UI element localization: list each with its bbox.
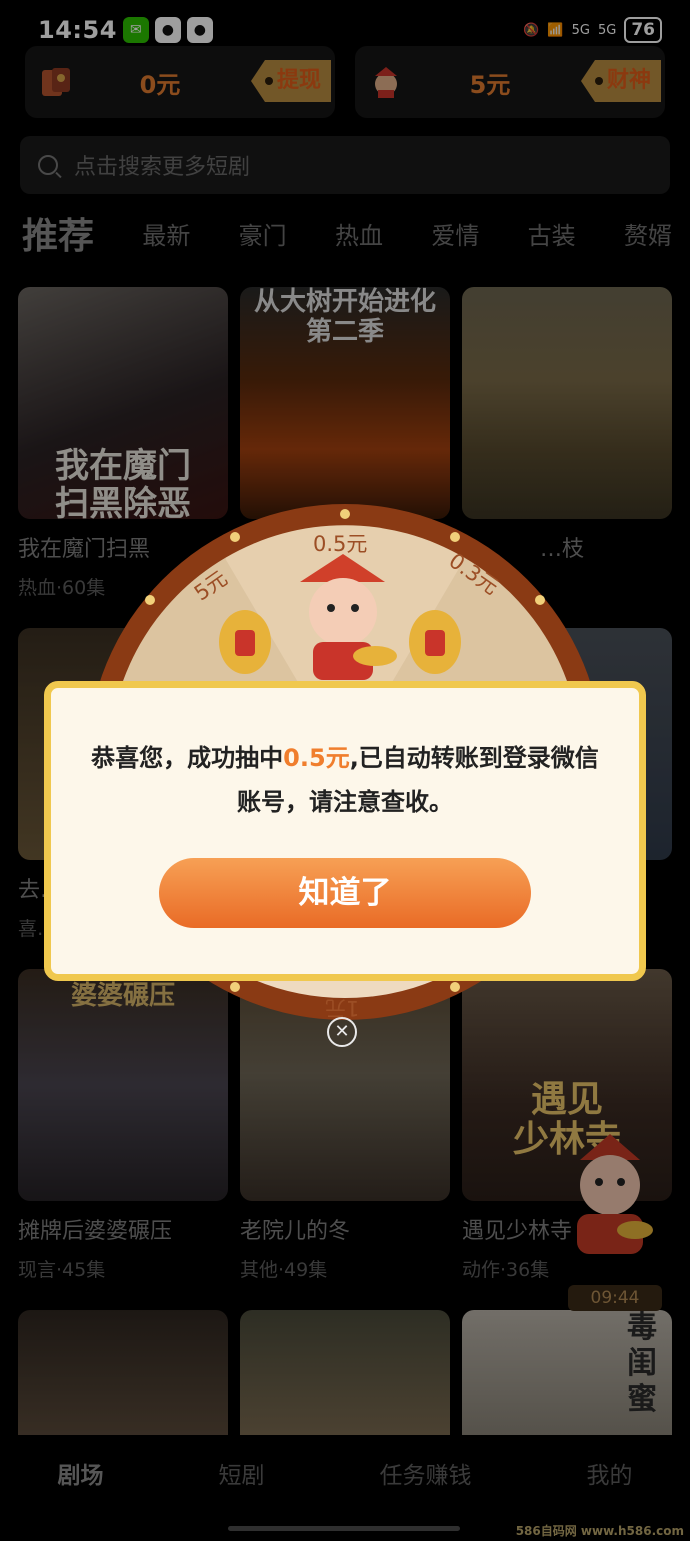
wheel-segment-label: 0.5元: [313, 532, 368, 556]
got-it-button[interactable]: 知道了: [159, 858, 531, 928]
prize-amount: 0.5元: [283, 744, 350, 772]
prize-result-dialog: 恭喜您，成功抽中0.5元,已自动转账到登录微信账号，请注意查收。 知道了: [44, 681, 646, 981]
close-icon[interactable]: ✕: [327, 1017, 357, 1047]
dialog-message: 恭喜您，成功抽中0.5元,已自动转账到登录微信账号，请注意查收。: [81, 736, 609, 824]
message-prefix: 恭喜您，成功抽中: [91, 744, 284, 772]
